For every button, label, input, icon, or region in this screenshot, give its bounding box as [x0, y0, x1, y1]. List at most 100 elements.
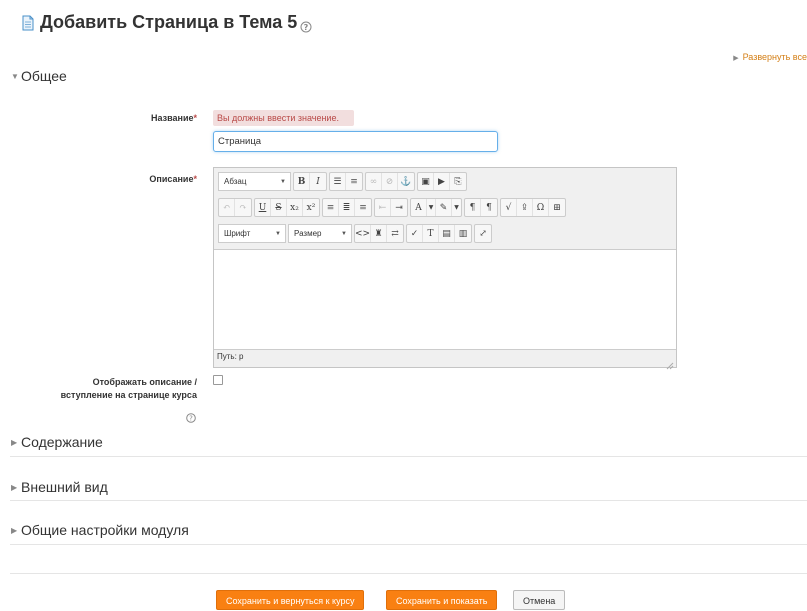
show-description-label: Отображать описание / вступление на стра…	[20, 376, 197, 402]
name-input[interactable]	[213, 131, 498, 152]
divider	[10, 573, 807, 574]
svg-text:?: ?	[189, 415, 193, 423]
tools-group: <> ♜ ⇄	[354, 224, 404, 243]
description-label-text: Описание	[149, 174, 194, 184]
section-appearance[interactable]: ▶ Внешний вид	[11, 479, 108, 495]
anchor-icon[interactable]: ⚓	[398, 173, 414, 190]
replace-icon[interactable]: ⇄	[387, 225, 403, 242]
chevron-down-icon: ▼	[275, 230, 281, 237]
section-content[interactable]: ▶ Содержание	[11, 434, 103, 450]
caret-right-icon: ▶	[11, 482, 18, 492]
svg-text:?: ?	[304, 23, 309, 32]
text-style-group: B I	[293, 172, 327, 191]
superscript-icon[interactable]: x²	[303, 199, 319, 216]
format-select-value: Абзац	[224, 177, 247, 186]
help-icon[interactable]: ?	[300, 17, 312, 32]
toolbar-row-1: Абзац ▼ B I ☰ ≡ ∞ ⊘ ⚓ ▣ ▶ ⎘	[218, 172, 469, 191]
unlink-icon[interactable]: ⊘	[382, 173, 398, 190]
underline-icon[interactable]: U	[255, 199, 271, 216]
bullet-list-icon[interactable]: ☰	[330, 173, 346, 190]
link-icon[interactable]: ∞	[366, 173, 382, 190]
indent-icon[interactable]: ⇥	[391, 199, 407, 216]
section-content-title: Содержание	[21, 434, 103, 450]
text-color-icon[interactable]: A	[411, 199, 427, 216]
redo-icon[interactable]: ↷	[235, 199, 251, 216]
list-group: ☰ ≡	[329, 172, 363, 191]
description-label: Описание*	[120, 173, 197, 186]
expand-all-link[interactable]: ▶ Развернуть все	[733, 52, 807, 62]
divider	[10, 456, 807, 457]
section-general-title: Общее	[21, 68, 67, 84]
find-icon[interactable]: ♜	[371, 225, 387, 242]
editor-content-area[interactable]	[214, 249, 676, 350]
bold-icon[interactable]: B	[294, 173, 310, 190]
show-description-label-line-1: Отображать описание /	[92, 377, 197, 387]
align-group: ≡ ≣ ≡	[322, 198, 372, 217]
chevron-down-icon: ▼	[341, 230, 347, 237]
caret-down-icon: ▼	[11, 71, 19, 81]
image-icon[interactable]: ▣	[418, 173, 434, 190]
numbered-list-icon[interactable]: ≡	[346, 173, 362, 190]
upload-icon[interactable]: ⇪	[517, 199, 533, 216]
size-select[interactable]: Размер ▼	[288, 224, 352, 243]
undo-icon[interactable]: ↶	[219, 199, 235, 216]
name-label-text: Название	[151, 113, 194, 123]
font-select[interactable]: Шрифт ▼	[218, 224, 286, 243]
table-icon[interactable]: ⊞	[549, 199, 565, 216]
page-title: Добавить Страница в Тема 5 ?	[20, 12, 312, 33]
toolbar-row-2: ↶ ↷ U S x₂ x² ≡ ≣ ≡ ⇤ ⇥ A ▼ ✎ ▼ ¶ ¶ √ ⇪ …	[218, 198, 568, 217]
align-center-icon[interactable]: ≣	[339, 199, 355, 216]
cancel-button[interactable]: Отмена	[513, 590, 566, 610]
show-description-label-line-2: вступление на странице курса	[60, 390, 197, 400]
clear-format-icon[interactable]: T	[423, 225, 439, 242]
format-group: U S x₂ x²	[254, 198, 320, 217]
save-and-show-button[interactable]: Сохранить и показать	[386, 590, 498, 610]
chevron-down-icon[interactable]: ▼	[452, 199, 461, 216]
media-icon[interactable]: ▶	[434, 173, 450, 190]
background-color-icon[interactable]: ✎	[436, 199, 452, 216]
toolbar-row-3: Шрифт ▼ Размер ▼ <> ♜ ⇄ ✓ T ▤ ▥ ⤢	[218, 224, 494, 243]
resize-grip-icon[interactable]	[666, 357, 674, 370]
expand-all-text: Развернуть все	[742, 52, 807, 62]
section-general[interactable]: ▼ Общее	[11, 68, 67, 84]
page-title-text: Добавить Страница в Тема 5	[40, 12, 298, 32]
required-mark: *	[193, 174, 197, 184]
clean-group: ✓ T ▤ ▥	[406, 224, 472, 243]
outdent-icon[interactable]: ⇤	[375, 199, 391, 216]
format-select[interactable]: Абзац ▼	[218, 172, 291, 191]
rtl-icon[interactable]: ¶	[481, 199, 497, 216]
fullscreen-group: ⤢	[474, 224, 492, 243]
section-module-settings-title: Общие настройки модуля	[21, 522, 189, 538]
show-description-checkbox[interactable]	[213, 375, 223, 385]
italic-icon[interactable]: I	[310, 173, 326, 190]
divider	[10, 500, 807, 501]
subscript-icon[interactable]: x₂	[287, 199, 303, 216]
manage-files-icon[interactable]: ⎘	[450, 173, 466, 190]
ltr-icon[interactable]: ¶	[465, 199, 481, 216]
save-and-return-button[interactable]: Сохранить и вернуться к курсу	[216, 590, 365, 610]
html-code-icon[interactable]: <>	[355, 225, 371, 242]
strikethrough-icon[interactable]: S	[271, 199, 287, 216]
align-left-icon[interactable]: ≡	[323, 199, 339, 216]
page-icon	[20, 15, 36, 31]
paste-word-icon[interactable]: ▥	[455, 225, 471, 242]
align-right-icon[interactable]: ≡	[355, 199, 371, 216]
special-char-icon[interactable]: Ω	[533, 199, 549, 216]
caret-right-icon: ▶	[11, 525, 18, 535]
name-label: Название*	[120, 112, 197, 125]
color-group: A ▼ ✎ ▼	[410, 198, 462, 217]
indent-group: ⇤ ⇥	[374, 198, 408, 217]
insert-group: √ ⇪ Ω ⊞	[500, 198, 566, 217]
link-group: ∞ ⊘ ⚓	[365, 172, 415, 191]
font-select-value: Шрифт	[224, 229, 251, 238]
rich-text-editor: Абзац ▼ B I ☰ ≡ ∞ ⊘ ⚓ ▣ ▶ ⎘ ↶ ↷ U S x₂ x…	[213, 167, 677, 370]
triangle-right-icon: ▶	[733, 55, 739, 62]
section-module-settings[interactable]: ▶ Общие настройки модуля	[11, 522, 189, 538]
spellcheck-icon[interactable]: ✓	[407, 225, 423, 242]
paste-text-icon[interactable]: ▤	[439, 225, 455, 242]
help-icon[interactable]: ?	[186, 410, 196, 423]
fullscreen-icon[interactable]: ⤢	[475, 225, 491, 242]
equation-icon[interactable]: √	[501, 199, 517, 216]
chevron-down-icon[interactable]: ▼	[427, 199, 436, 216]
size-select-value: Размер	[294, 229, 322, 238]
